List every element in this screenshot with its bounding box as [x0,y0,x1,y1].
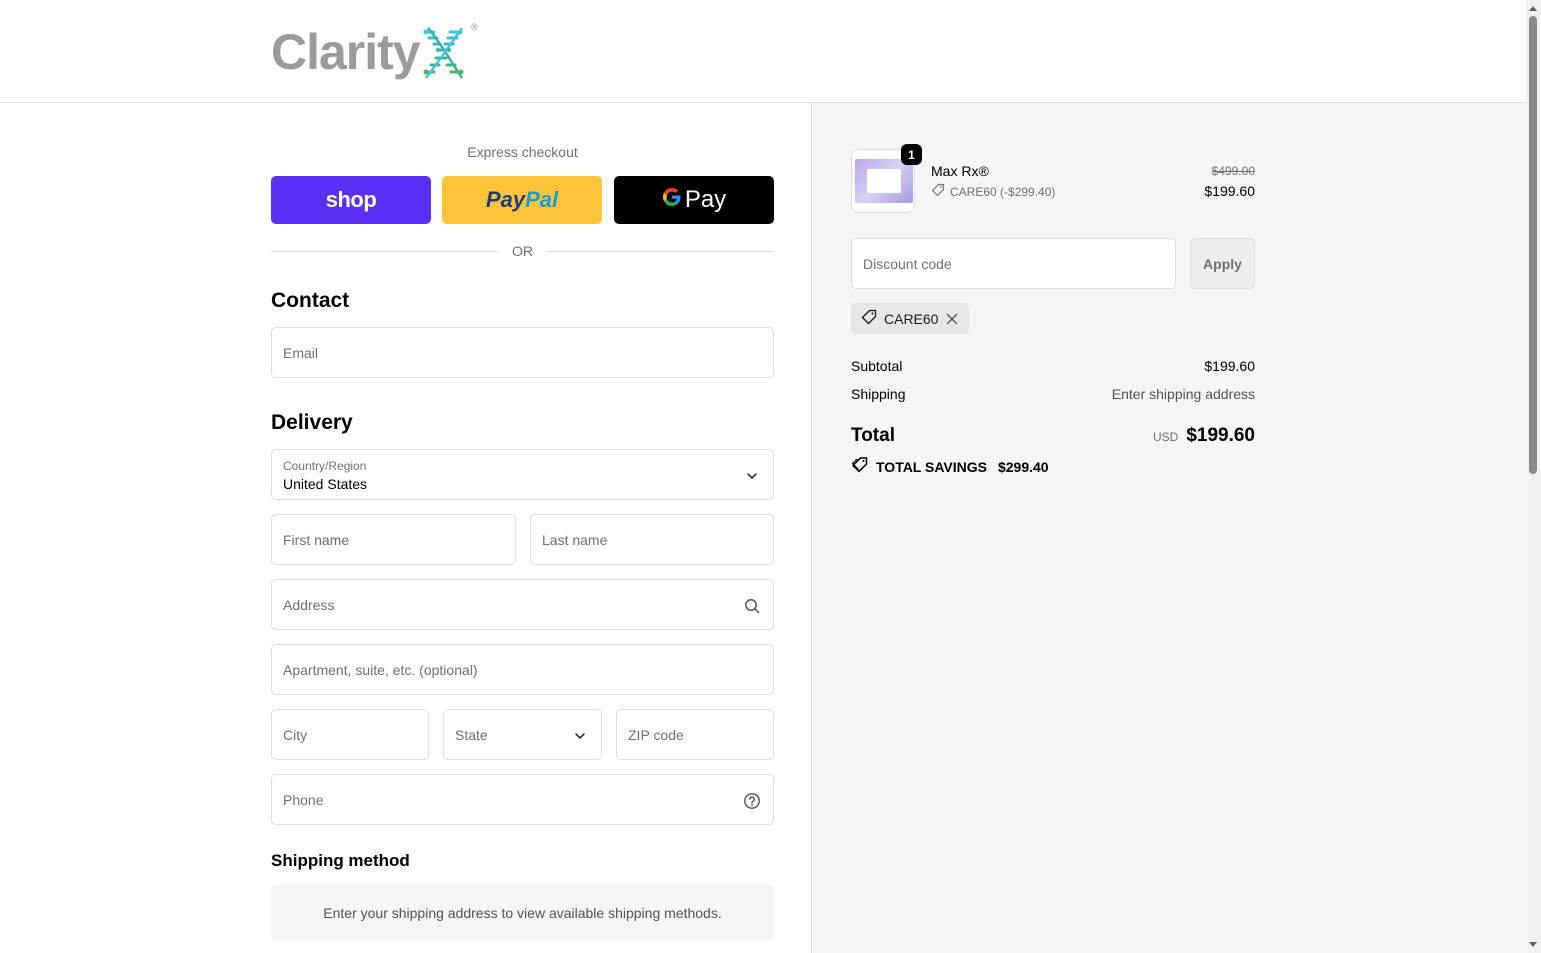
address-field[interactable]: Address [271,579,774,630]
google-pay-label: Pay [684,186,727,213]
first-name-field[interactable]: First name [271,514,516,565]
total-value: $199.60 [1186,425,1255,446]
savings-value: $299.40 [997,458,1049,475]
page-scrollbar[interactable] [1526,0,1541,953]
discount-code-field[interactable]: Discount code [851,238,1176,289]
contact-title: Contact [271,289,350,312]
phone-placeholder: Phone [283,792,324,808]
email-placeholder: Email [283,345,319,361]
country-label: Country/Region [283,459,367,473]
logo-text: Clarity [271,24,421,80]
shipping-method-message: Enter your shipping address to view avai… [271,885,774,940]
header: Clarity ® [0,0,1526,103]
express-checkout-label: Express checkout [467,144,578,160]
registered-mark: ® [470,22,478,32]
total-label: Total [851,425,895,446]
product-image [855,159,913,203]
paypal-label-part1: Pay [485,187,526,212]
delivery-title: Delivery [271,411,353,434]
price-discounted: $199.60 [1204,183,1255,199]
scroll-up-icon[interactable] [1529,6,1537,11]
or-divider: OR [271,243,774,261]
address-placeholder: Address [283,597,335,613]
remove-code-close-icon[interactable] [945,312,959,326]
country-select[interactable]: Country/Region United States [271,449,774,500]
email-field[interactable]: Email [271,327,774,378]
tag-icon [861,309,877,328]
google-g-icon [662,186,682,214]
last-name-placeholder: Last name [542,532,608,548]
price-original: $499.00 [1211,164,1255,178]
scroll-down-icon[interactable] [1529,942,1537,947]
city-field[interactable]: City [271,709,429,760]
help-icon[interactable] [743,792,761,810]
order-summary-panel [813,103,1526,953]
state-select[interactable]: State [443,709,602,760]
logo-x-icon: ® [420,22,478,82]
zip-field[interactable]: ZIP code [616,709,774,760]
scrollbar-thumb[interactable] [1529,16,1537,474]
logo[interactable]: Clarity ® [271,22,478,82]
total-row: Total USD $199.60 [851,425,1255,447]
first-name-placeholder: First name [283,532,350,548]
zip-placeholder: ZIP code [628,727,684,743]
state-placeholder: State [455,727,488,743]
shipping-value: Enter shipping address [1111,386,1255,402]
paypal-button[interactable]: Pay Pal [442,176,602,224]
total-currency: USD [1152,430,1179,444]
phone-field[interactable]: Phone [271,774,774,825]
savings-label: TOTAL SAVINGS [876,458,987,475]
subtotal-row: Subtotal $199.60 [851,358,1255,374]
apply-discount-button[interactable]: Apply [1190,238,1255,289]
shop-pay-button[interactable]: shop [271,176,431,224]
paypal-label-part2: Pal [525,187,559,212]
product-discount-text: CARE60 (-$299.40) [950,184,1056,199]
city-placeholder: City [283,727,308,743]
tag-icon [931,183,945,200]
google-pay-button[interactable]: Pay [614,176,774,224]
quantity-badge: 1 [901,144,922,165]
total-savings: TOTAL SAVINGS $299.40 [851,456,1049,477]
country-value: United States [283,476,368,492]
chevron-down-icon [743,467,761,485]
product-discount: CARE60 (-$299.40) [931,183,1055,200]
shipping-row: Shipping Enter shipping address [851,386,1255,402]
last-name-field[interactable]: Last name [530,514,774,565]
subtotal-value: $199.60 [1204,358,1255,374]
shipping-method-title: Shipping method [271,851,410,870]
shop-pay-label: shop [325,187,377,212]
applied-code-chip: CARE60 [851,303,970,334]
apartment-field[interactable]: Apartment, suite, etc. (optional) [271,644,774,695]
savings-tag-icon [851,456,869,477]
shipping-label: Shipping [851,386,906,402]
subtotal-label: Subtotal [851,358,903,374]
apartment-placeholder: Apartment, suite, etc. (optional) [283,662,478,678]
search-icon[interactable] [743,597,761,615]
applied-code-text: CARE60 [884,310,939,327]
chevron-down-icon [571,727,589,745]
product-name: Max Rx® [931,163,989,179]
discount-code-placeholder: Discount code [863,256,952,272]
